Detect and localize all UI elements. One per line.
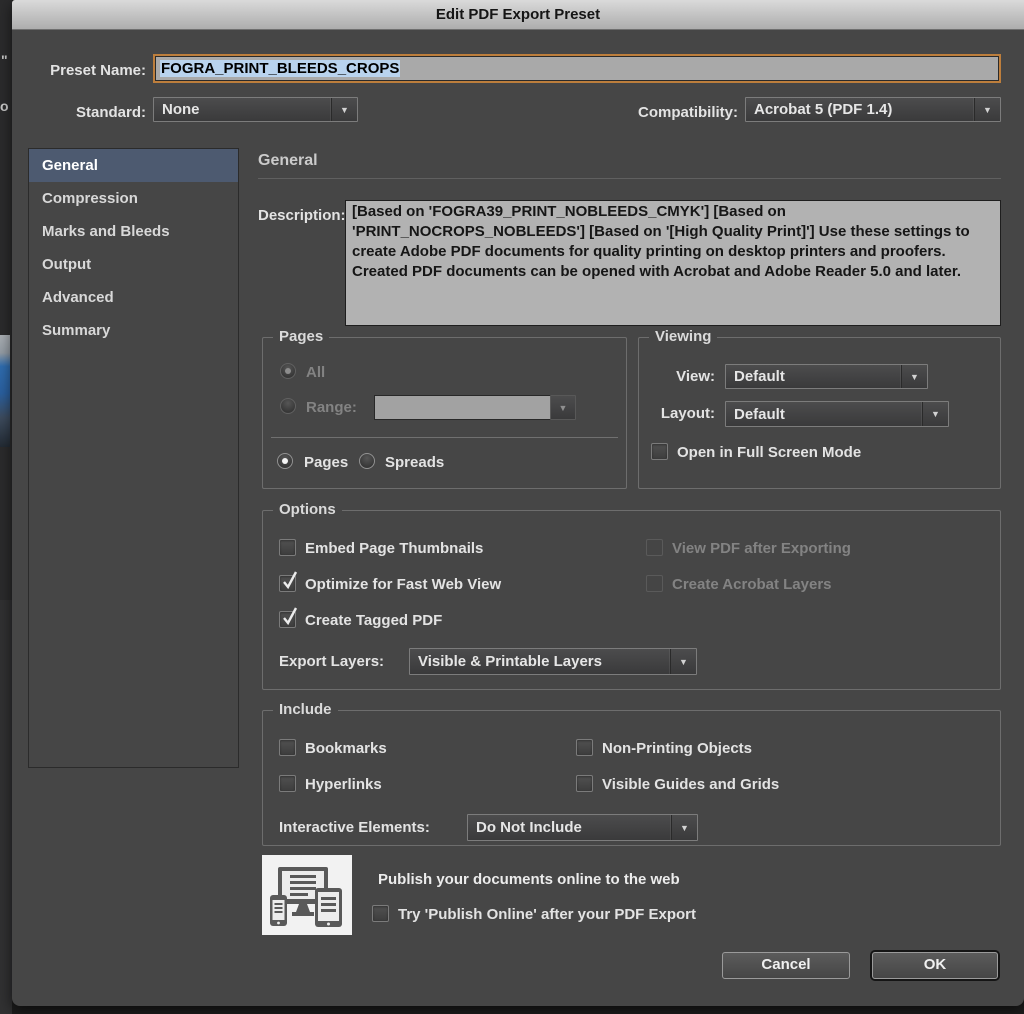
checkmark-icon — [281, 605, 301, 627]
layout-label: Layout: — [639, 405, 715, 422]
embed-page-thumbnails-checkbox[interactable] — [279, 539, 296, 556]
non-printing-objects-checkbox[interactable] — [576, 739, 593, 756]
dialog-titlebar: Edit PDF Export Preset — [12, 0, 1024, 30]
pages-range-input — [374, 395, 551, 420]
embed-page-thumbnails-label: Embed Page Thumbnails — [305, 540, 483, 557]
create-acrobat-layers-label: Create Acrobat Layers — [672, 576, 832, 593]
include-legend: Include — [273, 701, 338, 718]
edit-pdf-export-preset-dialog: Edit PDF Export Preset Preset Name: FOGR… — [12, 0, 1024, 1006]
sidebar-item-general[interactable]: General — [29, 149, 238, 182]
publish-online-headline: Publish your documents online to the web — [378, 871, 680, 888]
interactive-elements-dropdown[interactable]: Do Not Include ▼ — [467, 814, 698, 841]
interactive-elements-label: Interactive Elements: — [279, 819, 430, 836]
pages-range-dropdown: ▼ — [550, 395, 576, 420]
create-tagged-pdf-checkbox[interactable] — [279, 611, 296, 628]
chevron-down-icon: ▼ — [670, 649, 696, 674]
pages-all-radio — [280, 363, 296, 379]
chevron-down-icon: ▼ — [671, 815, 697, 840]
bookmarks-checkbox[interactable] — [279, 739, 296, 756]
create-acrobat-layers-checkbox — [646, 575, 663, 592]
background-window-fragment: o — [0, 98, 9, 114]
sidebar-item-output[interactable]: Output — [29, 248, 238, 281]
description-label: Description: — [258, 207, 346, 224]
preset-name-input[interactable]: FOGRA_PRINT_BLEEDS_CROPS — [153, 54, 1001, 83]
open-full-screen-checkbox[interactable] — [651, 443, 668, 460]
pages-range-radio — [280, 398, 296, 414]
interactive-elements-value: Do Not Include — [468, 815, 671, 840]
view-dropdown[interactable]: Default ▼ — [725, 364, 928, 389]
create-tagged-pdf-label: Create Tagged PDF — [305, 612, 442, 629]
checkmark-icon — [281, 569, 301, 591]
background-window-strip-lower — [0, 600, 12, 1014]
preset-name-selected-text: FOGRA_PRINT_BLEEDS_CROPS — [160, 60, 400, 77]
layout-value: Default — [726, 402, 922, 426]
open-full-screen-label: Open in Full Screen Mode — [677, 444, 861, 461]
export-layers-value: Visible & Printable Layers — [410, 649, 670, 674]
bookmarks-label: Bookmarks — [305, 740, 387, 757]
pages-all-label: All — [306, 364, 325, 381]
optimize-fast-web-view-label: Optimize for Fast Web View — [305, 576, 501, 593]
pages-range-label: Range: — [306, 399, 357, 416]
view-pdf-after-exporting-checkbox — [646, 539, 663, 556]
sidebar-item-summary[interactable]: Summary — [29, 314, 238, 347]
publish-online-devices-icon — [262, 855, 352, 935]
viewing-legend: Viewing — [649, 328, 717, 345]
viewing-group: Viewing View: Default ▼ Layout: Default … — [638, 337, 1001, 489]
ok-button[interactable]: OK — [872, 952, 998, 979]
chevron-down-icon: ▼ — [901, 365, 927, 388]
hyperlinks-checkbox[interactable] — [279, 775, 296, 792]
view-value: Default — [726, 365, 901, 388]
chevron-down-icon: ▼ — [331, 98, 357, 121]
standard-label: Standard: — [12, 104, 146, 121]
visible-guides-grids-label: Visible Guides and Grids — [602, 776, 779, 793]
compatibility-label: Compatibility: — [512, 104, 738, 121]
background-document-image-fragment — [0, 335, 10, 447]
description-field[interactable]: [Based on 'FOGRA39_PRINT_NOBLEEDS_CMYK']… — [345, 200, 1001, 326]
include-group: Include Bookmarks Non-Printing Objects H… — [262, 710, 1001, 846]
pages-divider — [271, 437, 618, 438]
compatibility-value: Acrobat 5 (PDF 1.4) — [746, 98, 974, 121]
pages-spreads-label: Spreads — [385, 454, 444, 471]
view-label: View: — [639, 368, 715, 385]
dialog-title: Edit PDF Export Preset — [436, 6, 600, 23]
chevron-down-icon: ▼ — [974, 98, 1000, 121]
pages-legend: Pages — [273, 328, 329, 345]
background-window-fragment: " — [1, 52, 8, 68]
hyperlinks-label: Hyperlinks — [305, 776, 382, 793]
sidebar-item-advanced[interactable]: Advanced — [29, 281, 238, 314]
pages-group: Pages All Range: ▼ Pages Spreads — [262, 337, 627, 489]
export-layers-dropdown[interactable]: Visible & Printable Layers ▼ — [409, 648, 697, 675]
pages-pages-radio[interactable] — [277, 453, 293, 469]
options-legend: Options — [273, 501, 342, 518]
standard-dropdown[interactable]: None ▼ — [153, 97, 358, 122]
compatibility-dropdown[interactable]: Acrobat 5 (PDF 1.4) ▼ — [745, 97, 1001, 122]
panel-title-divider — [258, 178, 1001, 179]
pages-pages-label: Pages — [304, 454, 348, 471]
sidebar-item-marks-and-bleeds[interactable]: Marks and Bleeds — [29, 215, 238, 248]
export-layers-label: Export Layers: — [279, 653, 384, 670]
layout-dropdown[interactable]: Default ▼ — [725, 401, 949, 427]
preset-name-label: Preset Name: — [12, 62, 146, 79]
try-publish-online-label: Try 'Publish Online' after your PDF Expo… — [398, 906, 696, 923]
cancel-button[interactable]: Cancel — [722, 952, 850, 979]
visible-guides-grids-checkbox[interactable] — [576, 775, 593, 792]
try-publish-online-checkbox[interactable] — [372, 905, 389, 922]
standard-value: None — [154, 98, 331, 121]
sidebar-item-compression[interactable]: Compression — [29, 182, 238, 215]
view-pdf-after-exporting-label: View PDF after Exporting — [672, 540, 851, 557]
chevron-down-icon: ▼ — [922, 402, 948, 426]
options-group: Options Embed Page Thumbnails View PDF a… — [262, 510, 1001, 690]
non-printing-objects-label: Non-Printing Objects — [602, 740, 752, 757]
optimize-fast-web-view-checkbox[interactable] — [279, 575, 296, 592]
panel-title: General — [258, 152, 318, 170]
pages-spreads-radio[interactable] — [359, 453, 375, 469]
chevron-down-icon: ▼ — [551, 396, 575, 419]
settings-category-list: General Compression Marks and Bleeds Out… — [28, 148, 239, 768]
